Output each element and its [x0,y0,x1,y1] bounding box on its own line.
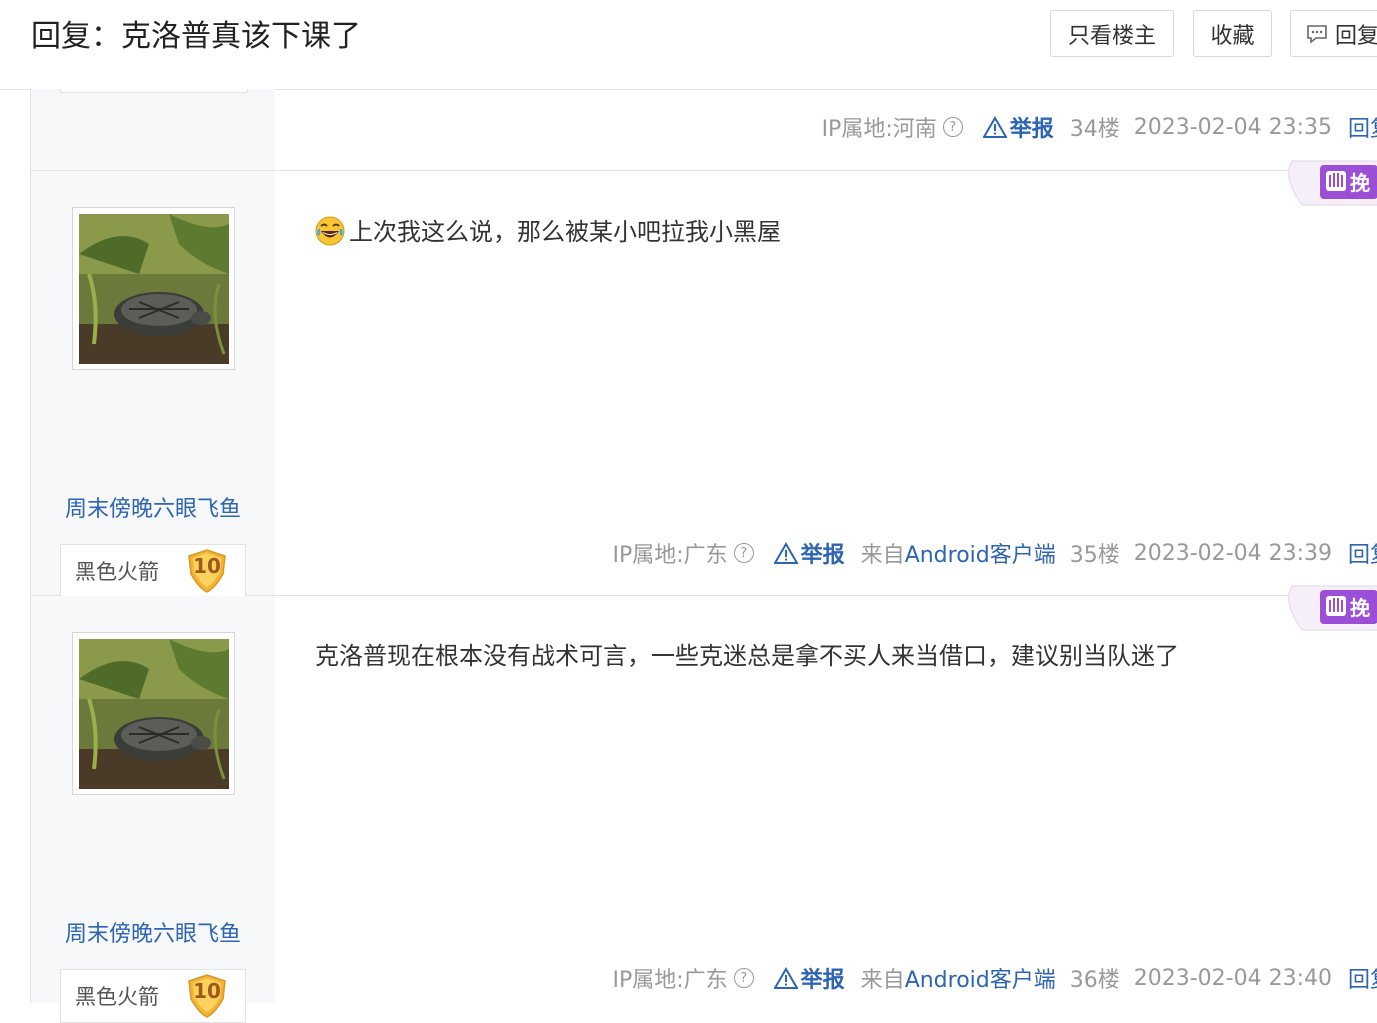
reply-button-label: 回复 [1335,23,1377,49]
reply-link[interactable]: 回复 [1348,111,1377,143]
post-meta: IP属地:广东 ? 举报 来自Android客户端 35楼 2023-02-04… [612,537,1377,569]
avatar[interactable] [72,632,235,795]
thread-header: 回复：克洛普真该下课了 只看楼主 收藏 回复 [0,0,1377,90]
report-link[interactable]: 举报 [773,537,845,569]
client-link[interactable]: Android客户端 [905,968,1056,993]
favorite-button[interactable]: 收藏 [1193,10,1272,57]
badge-name: 黑色火箭 [75,985,159,1009]
ip-location: IP属地:广东 [612,543,728,568]
post-list: IP属地:河南 ? 举报 34楼 2023-02-04 23:35 回复 [30,89,1377,1023]
report-label: 举报 [800,543,845,568]
report-label: 举报 [800,968,845,993]
badge-name: 黑色火箭 [75,560,159,584]
username-link[interactable]: 周末傍晚六眼飞鱼 [31,916,275,948]
member-badge[interactable]: 黑色火箭 10 [60,544,246,598]
turtle-avatar-image [79,214,229,364]
tag-label: 挽 [1350,171,1370,195]
floor-number: 35楼 [1069,543,1120,568]
floor-number: 34楼 [1069,117,1120,142]
post-content: 上次我这么说，那么被某小吧拉我小黑屋 [315,216,781,247]
source-prefix: 来自 [860,543,905,568]
report-link[interactable]: 举报 [982,111,1054,143]
post-time: 2023-02-04 23:39 [1133,540,1332,566]
member-badge[interactable]: 黑色火箭 10 [60,969,246,1023]
post-text: 上次我这么说，那么被某小吧拉我小黑屋 [349,218,781,246]
purple-tag-icon: 挽 [1288,585,1377,631]
warning-icon [773,542,798,564]
owner-only-button[interactable]: 只看楼主 [1050,10,1174,57]
help-icon[interactable]: ? [942,117,963,137]
post-meta: IP属地:河南 ? 举报 34楼 2023-02-04 23:35 回复 [822,111,1377,143]
author-sidebar [31,89,275,170]
post-content: 克洛普现在根本没有战术可言，一些克迷总是拿不买人来当借口，建议别当队迷了 [315,641,1179,671]
post-time: 2023-02-04 23:35 [1133,114,1332,140]
post-time: 2023-02-04 23:40 [1133,965,1332,991]
post-35: 周末傍晚六眼飞鱼 黑色火箭 10 挽 上次我这么说，那么被某小吧拉我小黑屋 IP… [31,160,1377,598]
reply-button[interactable]: 回复 [1290,10,1377,57]
report-label: 举报 [1009,117,1054,142]
warning-icon [982,116,1007,138]
turtle-avatar-image [79,639,229,789]
laughing-tears-emoji-icon [315,216,345,246]
help-icon[interactable]: ? [733,968,754,988]
author-sidebar: 周末傍晚六眼飞鱼 黑色火箭 10 [31,171,275,598]
level-shield-icon: 10 [188,974,226,1018]
source-prefix: 来自 [860,968,905,993]
avatar[interactable] [72,207,235,370]
reply-link[interactable]: 回复 [1348,537,1377,569]
username-link[interactable]: 周末傍晚六眼飞鱼 [31,491,275,523]
post-source: 来自Android客户端 [861,962,1056,994]
post-text: 克洛普现在根本没有战术可言，一些克迷总是拿不买人来当借口，建议别当队迷了 [315,642,1179,670]
purple-tag-icon: 挽 [1288,160,1377,206]
post-34: IP属地:河南 ? 举报 34楼 2023-02-04 23:35 回复 [31,89,1377,171]
level-shield-icon: 10 [188,549,226,593]
author-sidebar: 周末傍晚六眼飞鱼 黑色火箭 10 [31,596,275,1023]
badge-level: 10 [193,979,221,1003]
post-source: 来自Android客户端 [861,537,1056,569]
tag-label: 挽 [1350,596,1370,620]
comment-icon [1307,24,1327,44]
badge-level: 10 [193,554,221,578]
badge-box-partial [60,89,248,93]
warning-icon [773,967,798,989]
floor-number: 36楼 [1069,968,1120,993]
client-link[interactable]: Android客户端 [905,543,1056,568]
page-title: 回复：克洛普真该下课了 [31,19,361,54]
ip-location: IP属地:河南 [821,117,937,142]
report-link[interactable]: 举报 [773,962,845,994]
ip-location: IP属地:广东 [612,968,728,993]
post-meta: IP属地:广东 ? 举报 来自Android客户端 36楼 2023-02-04… [612,962,1377,994]
post-36: 周末傍晚六眼飞鱼 黑色火箭 10 挽 克洛普现在根本没有战术可言，一些克迷总是拿… [31,585,1377,1023]
reply-link[interactable]: 回复 [1348,962,1377,994]
help-icon[interactable]: ? [733,543,754,563]
